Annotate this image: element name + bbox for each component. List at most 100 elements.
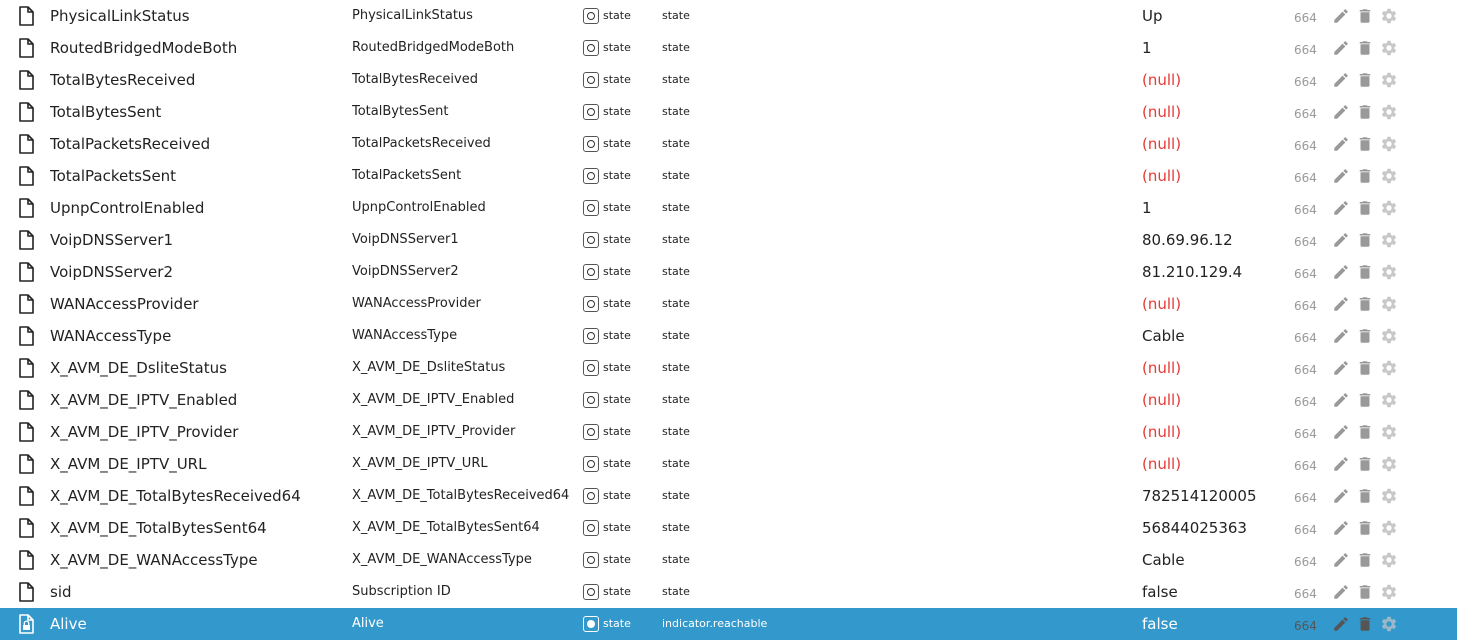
object-value[interactable]: 80.69.96.12 bbox=[1142, 224, 1282, 256]
pencil-icon[interactable] bbox=[1330, 581, 1352, 603]
object-value[interactable]: 782514120005 bbox=[1142, 480, 1282, 512]
pencil-icon[interactable] bbox=[1330, 261, 1352, 283]
trash-icon[interactable] bbox=[1354, 453, 1376, 475]
object-value[interactable]: (null) bbox=[1142, 288, 1282, 320]
trash-icon[interactable] bbox=[1354, 101, 1376, 123]
object-value[interactable]: 81.210.129.4 bbox=[1142, 256, 1282, 288]
pencil-icon[interactable] bbox=[1330, 5, 1352, 27]
pencil-icon[interactable] bbox=[1330, 485, 1352, 507]
trash-icon[interactable] bbox=[1354, 485, 1376, 507]
object-value[interactable]: (null) bbox=[1142, 416, 1282, 448]
gear-icon[interactable] bbox=[1378, 101, 1400, 123]
object-value[interactable]: (null) bbox=[1142, 128, 1282, 160]
pencil-icon[interactable] bbox=[1330, 357, 1352, 379]
object-value[interactable]: Cable bbox=[1142, 320, 1282, 352]
trash-icon[interactable] bbox=[1354, 581, 1376, 603]
gear-icon[interactable] bbox=[1378, 165, 1400, 187]
table-row[interactable]: WANAccessProvider WANAccessProvider stat… bbox=[0, 288, 1457, 320]
object-value[interactable]: false bbox=[1142, 576, 1282, 608]
table-row[interactable]: PhysicalLinkStatus PhysicalLinkStatus st… bbox=[0, 0, 1457, 32]
gear-icon[interactable] bbox=[1378, 261, 1400, 283]
gear-icon[interactable] bbox=[1378, 5, 1400, 27]
trash-icon[interactable] bbox=[1354, 69, 1376, 91]
gear-icon[interactable] bbox=[1378, 453, 1400, 475]
table-row[interactable]: X_AVM_DE_IPTV_Provider X_AVM_DE_IPTV_Pro… bbox=[0, 416, 1457, 448]
gear-icon[interactable] bbox=[1378, 581, 1400, 603]
gear-icon[interactable] bbox=[1378, 69, 1400, 91]
pencil-icon[interactable] bbox=[1330, 133, 1352, 155]
pencil-icon[interactable] bbox=[1330, 165, 1352, 187]
table-row[interactable]: VoipDNSServer2 VoipDNSServer2 state stat… bbox=[0, 256, 1457, 288]
gear-icon[interactable] bbox=[1378, 325, 1400, 347]
object-value[interactable]: 1 bbox=[1142, 192, 1282, 224]
gear-icon[interactable] bbox=[1378, 549, 1400, 571]
gear-icon[interactable] bbox=[1378, 133, 1400, 155]
pencil-icon[interactable] bbox=[1330, 101, 1352, 123]
table-row[interactable]: X_AVM_DE_TotalBytesSent64 X_AVM_DE_Total… bbox=[0, 512, 1457, 544]
trash-icon[interactable] bbox=[1354, 325, 1376, 347]
object-value[interactable]: (null) bbox=[1142, 448, 1282, 480]
pencil-icon[interactable] bbox=[1330, 229, 1352, 251]
trash-icon[interactable] bbox=[1354, 261, 1376, 283]
trash-icon[interactable] bbox=[1354, 421, 1376, 443]
pencil-icon[interactable] bbox=[1330, 389, 1352, 411]
object-value[interactable]: (null) bbox=[1142, 160, 1282, 192]
object-value[interactable]: Up bbox=[1142, 0, 1282, 32]
pencil-icon[interactable] bbox=[1330, 453, 1352, 475]
trash-icon[interactable] bbox=[1354, 37, 1376, 59]
object-value[interactable]: 56844025363 bbox=[1142, 512, 1282, 544]
pencil-icon[interactable] bbox=[1330, 517, 1352, 539]
table-row[interactable]: TotalBytesReceived TotalBytesReceived st… bbox=[0, 64, 1457, 96]
gear-icon[interactable] bbox=[1378, 389, 1400, 411]
object-value[interactable]: Cable bbox=[1142, 544, 1282, 576]
table-row[interactable]: UpnpControlEnabled UpnpControlEnabled st… bbox=[0, 192, 1457, 224]
table-row[interactable]: WANAccessType WANAccessType state state … bbox=[0, 320, 1457, 352]
trash-icon[interactable] bbox=[1354, 357, 1376, 379]
trash-icon[interactable] bbox=[1354, 293, 1376, 315]
trash-icon[interactable] bbox=[1354, 613, 1376, 635]
table-row[interactable]: VoipDNSServer1 VoipDNSServer1 state stat… bbox=[0, 224, 1457, 256]
table-row[interactable]: TotalPacketsSent TotalPacketsSent state … bbox=[0, 160, 1457, 192]
object-value[interactable]: (null) bbox=[1142, 96, 1282, 128]
trash-icon[interactable] bbox=[1354, 5, 1376, 27]
pencil-icon[interactable] bbox=[1330, 325, 1352, 347]
table-row[interactable]: X_AVM_DE_IPTV_Enabled X_AVM_DE_IPTV_Enab… bbox=[0, 384, 1457, 416]
trash-icon[interactable] bbox=[1354, 389, 1376, 411]
table-row[interactable]: RoutedBridgedModeBoth RoutedBridgedModeB… bbox=[0, 32, 1457, 64]
gear-icon[interactable] bbox=[1378, 229, 1400, 251]
object-value[interactable]: (null) bbox=[1142, 352, 1282, 384]
table-row[interactable]: Alive Alive state indicator.reachable fa… bbox=[0, 608, 1457, 640]
table-row[interactable]: TotalBytesSent TotalBytesSent state stat… bbox=[0, 96, 1457, 128]
pencil-icon[interactable] bbox=[1330, 37, 1352, 59]
gear-icon[interactable] bbox=[1378, 485, 1400, 507]
table-row[interactable]: sid Subscription ID state state false 66… bbox=[0, 576, 1457, 608]
object-value[interactable]: false bbox=[1142, 608, 1282, 640]
gear-icon[interactable] bbox=[1378, 517, 1400, 539]
table-row[interactable]: X_AVM_DE_WANAccessType X_AVM_DE_WANAcces… bbox=[0, 544, 1457, 576]
pencil-icon[interactable] bbox=[1330, 293, 1352, 315]
table-row[interactable]: X_AVM_DE_TotalBytesReceived64 X_AVM_DE_T… bbox=[0, 480, 1457, 512]
pencil-icon[interactable] bbox=[1330, 197, 1352, 219]
trash-icon[interactable] bbox=[1354, 229, 1376, 251]
gear-icon[interactable] bbox=[1378, 37, 1400, 59]
table-row[interactable]: X_AVM_DE_IPTV_URL X_AVM_DE_IPTV_URL stat… bbox=[0, 448, 1457, 480]
trash-icon[interactable] bbox=[1354, 549, 1376, 571]
trash-icon[interactable] bbox=[1354, 517, 1376, 539]
gear-icon[interactable] bbox=[1378, 357, 1400, 379]
pencil-icon[interactable] bbox=[1330, 421, 1352, 443]
table-row[interactable]: X_AVM_DE_DsliteStatus X_AVM_DE_DsliteSta… bbox=[0, 352, 1457, 384]
pencil-icon[interactable] bbox=[1330, 613, 1352, 635]
trash-icon[interactable] bbox=[1354, 165, 1376, 187]
pencil-icon[interactable] bbox=[1330, 549, 1352, 571]
gear-icon[interactable] bbox=[1378, 421, 1400, 443]
gear-icon[interactable] bbox=[1378, 613, 1400, 635]
gear-icon[interactable] bbox=[1378, 197, 1400, 219]
pencil-icon[interactable] bbox=[1330, 69, 1352, 91]
trash-icon[interactable] bbox=[1354, 197, 1376, 219]
object-value[interactable]: (null) bbox=[1142, 64, 1282, 96]
object-value[interactable]: 1 bbox=[1142, 32, 1282, 64]
table-row[interactable]: TotalPacketsReceived TotalPacketsReceive… bbox=[0, 128, 1457, 160]
object-value[interactable]: (null) bbox=[1142, 384, 1282, 416]
gear-icon[interactable] bbox=[1378, 293, 1400, 315]
trash-icon[interactable] bbox=[1354, 133, 1376, 155]
